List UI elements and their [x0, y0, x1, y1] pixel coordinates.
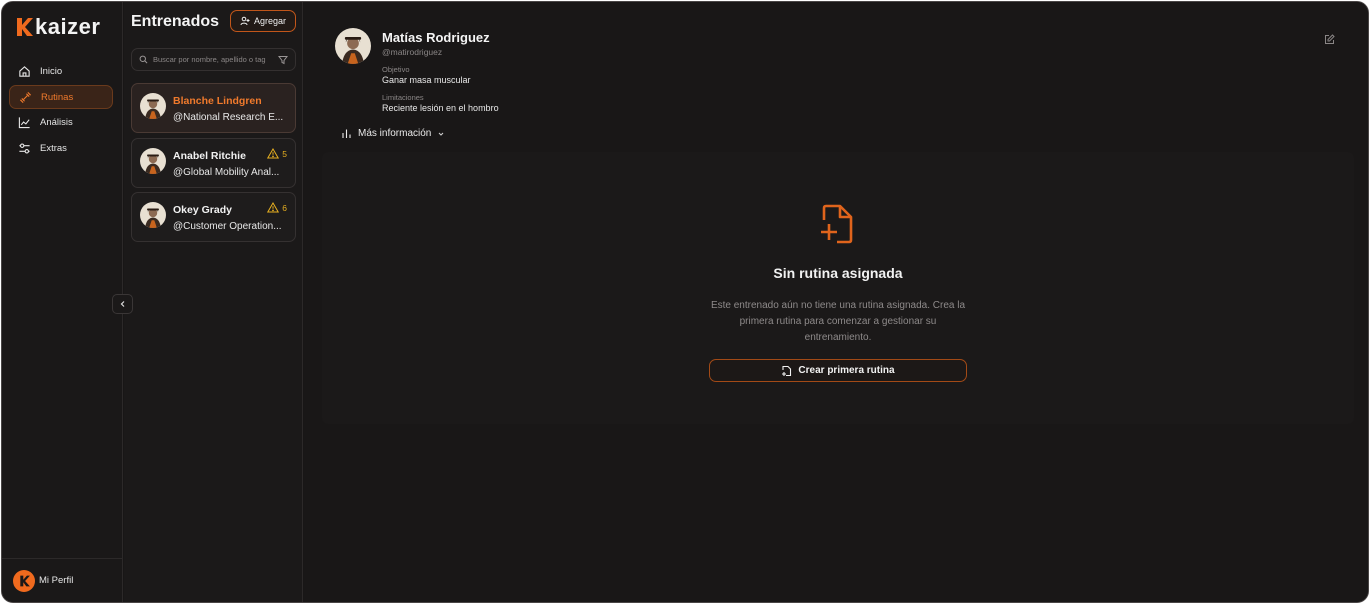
avatar: [335, 28, 371, 64]
trainee-detail: Matías Rodriguez @matirodriguez Objetivo…: [304, 2, 1368, 602]
trainees-panel: Entrenados Agregar Buscar por nombre, ap…: [124, 2, 303, 602]
avatar: [140, 202, 166, 228]
nav-item-label: Extras: [40, 142, 67, 154]
add-button-label: Agregar: [253, 16, 287, 26]
trainee-handle: @Customer Operation...: [173, 221, 282, 232]
trainee-handle: @matirodriguez: [382, 47, 443, 57]
nav-item-label: Rutinas: [41, 91, 74, 103]
dumbbell-icon: [19, 91, 32, 103]
avatar: [13, 569, 35, 592]
empty-state-title: Sin rutina asignada: [773, 265, 903, 281]
limitations-label: Limitaciones: [382, 93, 424, 102]
search-placeholder: Buscar por nombre, apellido o tag: [153, 55, 266, 64]
empty-state-description: Este entrenado aún no tiene una rutina a…: [710, 300, 966, 343]
empty-state-panel: Sin rutina asignada Este entrenado aún n…: [322, 152, 1354, 424]
trainee-name: Matías Rodriguez: [382, 30, 490, 45]
search-input[interactable]: Buscar por nombre, apellido o tag: [131, 48, 296, 71]
sliders-icon: [19, 142, 30, 154]
search-icon: [139, 55, 148, 64]
chevron-down-icon: [438, 132, 444, 136]
nav-item-extras[interactable]: Extras: [9, 136, 113, 160]
collapse-sidebar-button[interactable]: [112, 294, 133, 314]
trainee-name: Blanche Lindgren: [173, 95, 262, 107]
trainee-name: Okey Grady: [173, 204, 232, 216]
alert-badge: 5: [267, 148, 287, 159]
profile-label: Mi Perfil: [39, 575, 74, 586]
chart-line-icon: [18, 116, 30, 128]
objective-value: Ganar masa muscular: [382, 75, 471, 85]
edit-button[interactable]: [1324, 32, 1335, 50]
kaizer-logo-icon: [17, 18, 33, 36]
profile-link[interactable]: Mi Perfil: [2, 558, 122, 602]
file-plus-icon: [782, 365, 792, 376]
bar-chart-icon: [342, 129, 351, 138]
filter-icon[interactable]: [278, 55, 288, 65]
avatar: [140, 93, 166, 119]
create-routine-button[interactable]: Crear primera rutina: [709, 359, 967, 382]
alert-badge: 6: [267, 202, 287, 213]
brand-name: kaizer: [35, 14, 101, 39]
nav-item-label: Inicio: [40, 65, 63, 77]
objective-label: Objetivo: [382, 65, 410, 74]
brand-logo[interactable]: kaizer: [15, 14, 100, 40]
trainee-handle: @National Research E...: [173, 112, 284, 123]
warning-icon: [267, 202, 280, 213]
nav-item-inicio[interactable]: Inicio: [9, 59, 113, 83]
nav-item-label: Análisis: [40, 116, 73, 128]
page-title: Entrenados: [131, 13, 220, 30]
alert-count: 5: [282, 148, 287, 159]
nav-item-rutinas[interactable]: Rutinas: [9, 85, 113, 109]
more-info-label: Más información: [358, 128, 432, 139]
avatar: [140, 148, 166, 174]
home-icon: [19, 65, 30, 77]
kaizer-logo-icon: [19, 575, 30, 586]
warning-icon: [267, 148, 280, 159]
trainee-card[interactable]: Blanche Lindgren @National Research E...: [131, 83, 296, 133]
add-trainee-button[interactable]: Agregar: [230, 10, 296, 32]
alert-count: 6: [282, 202, 287, 213]
trainee-handle: @Global Mobility Anal...: [173, 167, 280, 178]
edit-icon: [1325, 34, 1335, 44]
trainee-card[interactable]: Anabel Ritchie 5 @Global Mobility Anal..…: [131, 138, 296, 188]
trainee-card[interactable]: Okey Grady 6 @Customer Operation...: [131, 192, 296, 242]
sidebar-nav: kaizer Inicio Rutinas Análisis Extras Mi…: [2, 2, 123, 602]
user-plus-icon: [240, 16, 250, 26]
chevron-left-icon: [120, 301, 124, 307]
app-window: kaizer Inicio Rutinas Análisis Extras Mi…: [1, 1, 1369, 603]
nav-item-analisis[interactable]: Análisis: [9, 110, 113, 134]
limitations-value: Reciente lesión en el hombro: [382, 103, 499, 113]
trainee-name: Anabel Ritchie: [173, 150, 246, 162]
file-plus-icon: [821, 204, 853, 244]
more-info-toggle[interactable]: Más información: [341, 128, 445, 139]
create-routine-label: Crear primera rutina: [798, 365, 895, 376]
